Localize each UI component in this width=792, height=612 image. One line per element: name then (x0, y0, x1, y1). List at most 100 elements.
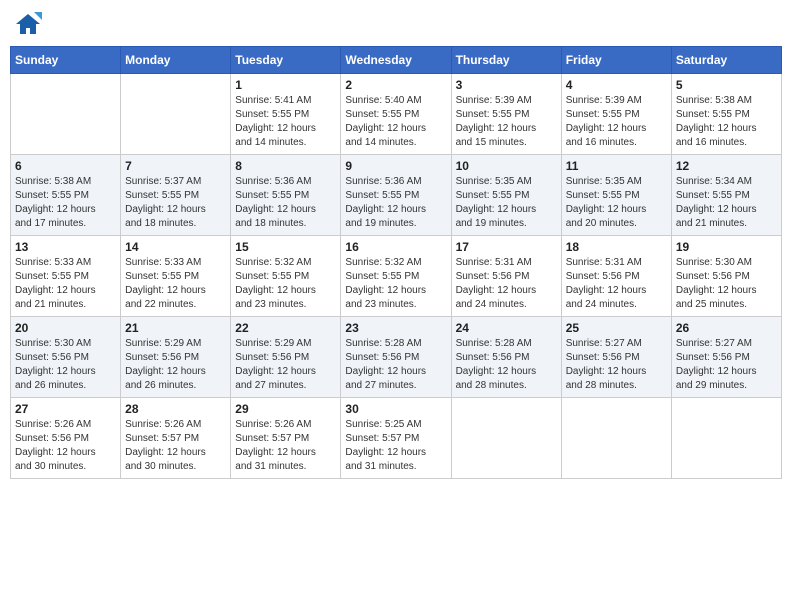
calendar-cell (451, 398, 561, 479)
calendar-cell (11, 74, 121, 155)
day-number: 9 (345, 159, 446, 173)
day-info: Sunrise: 5:39 AM Sunset: 5:55 PM Dayligh… (456, 94, 557, 150)
logo (14, 10, 46, 38)
calendar-cell: 21 Sunrise: 5:29 AM Sunset: 5:56 PM Dayli… (121, 317, 231, 398)
day-number: 15 (235, 240, 336, 254)
weekday-header: Saturday (671, 47, 781, 74)
calendar-week-row: 1 Sunrise: 5:41 AM Sunset: 5:55 PM Daylig… (11, 74, 782, 155)
weekday-header: Friday (561, 47, 671, 74)
calendar-cell: 14 Sunrise: 5:33 AM Sunset: 5:55 PM Dayli… (121, 236, 231, 317)
calendar-cell: 11 Sunrise: 5:35 AM Sunset: 5:55 PM Dayli… (561, 155, 671, 236)
calendar-cell: 26 Sunrise: 5:27 AM Sunset: 5:56 PM Dayli… (671, 317, 781, 398)
day-info: Sunrise: 5:26 AM Sunset: 5:56 PM Dayligh… (15, 418, 116, 474)
day-number: 8 (235, 159, 336, 173)
day-number: 29 (235, 402, 336, 416)
weekday-header: Sunday (11, 47, 121, 74)
day-number: 23 (345, 321, 446, 335)
day-number: 16 (345, 240, 446, 254)
calendar-header-row: SundayMondayTuesdayWednesdayThursdayFrid… (11, 47, 782, 74)
day-info: Sunrise: 5:31 AM Sunset: 5:56 PM Dayligh… (566, 256, 667, 312)
day-number: 25 (566, 321, 667, 335)
calendar-week-row: 13 Sunrise: 5:33 AM Sunset: 5:55 PM Dayli… (11, 236, 782, 317)
day-number: 5 (676, 78, 777, 92)
calendar-cell: 18 Sunrise: 5:31 AM Sunset: 5:56 PM Dayli… (561, 236, 671, 317)
day-info: Sunrise: 5:30 AM Sunset: 5:56 PM Dayligh… (676, 256, 777, 312)
calendar-week-row: 6 Sunrise: 5:38 AM Sunset: 5:55 PM Daylig… (11, 155, 782, 236)
day-info: Sunrise: 5:36 AM Sunset: 5:55 PM Dayligh… (235, 175, 336, 231)
day-info: Sunrise: 5:41 AM Sunset: 5:55 PM Dayligh… (235, 94, 336, 150)
page-header (10, 10, 782, 38)
weekday-header: Thursday (451, 47, 561, 74)
day-info: Sunrise: 5:25 AM Sunset: 5:57 PM Dayligh… (345, 418, 446, 474)
day-info: Sunrise: 5:32 AM Sunset: 5:55 PM Dayligh… (235, 256, 336, 312)
day-info: Sunrise: 5:28 AM Sunset: 5:56 PM Dayligh… (345, 337, 446, 393)
calendar-cell: 2Sunrise: 5:40 AM Sunset: 5:55 PM Daylig… (341, 74, 451, 155)
day-info: Sunrise: 5:29 AM Sunset: 5:56 PM Dayligh… (125, 337, 226, 393)
day-number: 13 (15, 240, 116, 254)
calendar-cell: 27 Sunrise: 5:26 AM Sunset: 5:56 PM Dayli… (11, 398, 121, 479)
calendar-cell: 12Sunrise: 5:34 AM Sunset: 5:55 PM Dayli… (671, 155, 781, 236)
day-number: 4 (566, 78, 667, 92)
day-number: 24 (456, 321, 557, 335)
day-info: Sunrise: 5:33 AM Sunset: 5:55 PM Dayligh… (15, 256, 116, 312)
day-number: 28 (125, 402, 226, 416)
weekday-header: Monday (121, 47, 231, 74)
calendar-cell: 3 Sunrise: 5:39 AM Sunset: 5:55 PM Daylig… (451, 74, 561, 155)
day-info: Sunrise: 5:29 AM Sunset: 5:56 PM Dayligh… (235, 337, 336, 393)
day-info: Sunrise: 5:31 AM Sunset: 5:56 PM Dayligh… (456, 256, 557, 312)
day-number: 20 (15, 321, 116, 335)
day-number: 11 (566, 159, 667, 173)
day-info: Sunrise: 5:26 AM Sunset: 5:57 PM Dayligh… (125, 418, 226, 474)
calendar-cell: 24Sunrise: 5:28 AM Sunset: 5:56 PM Dayli… (451, 317, 561, 398)
calendar-cell: 16 Sunrise: 5:32 AM Sunset: 5:55 PM Dayli… (341, 236, 451, 317)
calendar-cell (561, 398, 671, 479)
calendar-cell: 5 Sunrise: 5:38 AM Sunset: 5:55 PM Daylig… (671, 74, 781, 155)
day-info: Sunrise: 5:26 AM Sunset: 5:57 PM Dayligh… (235, 418, 336, 474)
calendar-cell: 25Sunrise: 5:27 AM Sunset: 5:56 PM Dayli… (561, 317, 671, 398)
day-info: Sunrise: 5:33 AM Sunset: 5:55 PM Dayligh… (125, 256, 226, 312)
calendar-week-row: 27 Sunrise: 5:26 AM Sunset: 5:56 PM Dayli… (11, 398, 782, 479)
day-number: 2 (345, 78, 446, 92)
calendar-cell: 8 Sunrise: 5:36 AM Sunset: 5:55 PM Daylig… (231, 155, 341, 236)
calendar-cell: 29 Sunrise: 5:26 AM Sunset: 5:57 PM Dayli… (231, 398, 341, 479)
calendar-cell (121, 74, 231, 155)
calendar-cell: 15 Sunrise: 5:32 AM Sunset: 5:55 PM Dayli… (231, 236, 341, 317)
day-info: Sunrise: 5:35 AM Sunset: 5:55 PM Dayligh… (566, 175, 667, 231)
day-info: Sunrise: 5:30 AM Sunset: 5:56 PM Dayligh… (15, 337, 116, 393)
calendar-cell: 1 Sunrise: 5:41 AM Sunset: 5:55 PM Daylig… (231, 74, 341, 155)
day-number: 7 (125, 159, 226, 173)
day-number: 27 (15, 402, 116, 416)
calendar-cell: 4 Sunrise: 5:39 AM Sunset: 5:55 PM Daylig… (561, 74, 671, 155)
day-info: Sunrise: 5:38 AM Sunset: 5:55 PM Dayligh… (15, 175, 116, 231)
day-number: 17 (456, 240, 557, 254)
day-number: 21 (125, 321, 226, 335)
day-info: Sunrise: 5:34 AM Sunset: 5:55 PM Dayligh… (676, 175, 777, 231)
calendar-cell: 13 Sunrise: 5:33 AM Sunset: 5:55 PM Dayli… (11, 236, 121, 317)
day-info: Sunrise: 5:27 AM Sunset: 5:56 PM Dayligh… (676, 337, 777, 393)
day-info: Sunrise: 5:35 AM Sunset: 5:55 PM Dayligh… (456, 175, 557, 231)
weekday-header: Tuesday (231, 47, 341, 74)
calendar-cell: 17 Sunrise: 5:31 AM Sunset: 5:56 PM Dayli… (451, 236, 561, 317)
day-number: 19 (676, 240, 777, 254)
calendar-week-row: 20 Sunrise: 5:30 AM Sunset: 5:56 PM Dayli… (11, 317, 782, 398)
day-number: 18 (566, 240, 667, 254)
calendar-cell: 7 Sunrise: 5:37 AM Sunset: 5:55 PM Daylig… (121, 155, 231, 236)
day-info: Sunrise: 5:32 AM Sunset: 5:55 PM Dayligh… (345, 256, 446, 312)
calendar-cell: 19 Sunrise: 5:30 AM Sunset: 5:56 PM Dayli… (671, 236, 781, 317)
calendar-table: SundayMondayTuesdayWednesdayThursdayFrid… (10, 46, 782, 479)
calendar-cell: 20 Sunrise: 5:30 AM Sunset: 5:56 PM Dayli… (11, 317, 121, 398)
day-number: 30 (345, 402, 446, 416)
calendar-cell: 6 Sunrise: 5:38 AM Sunset: 5:55 PM Daylig… (11, 155, 121, 236)
day-number: 1 (235, 78, 336, 92)
day-info: Sunrise: 5:39 AM Sunset: 5:55 PM Dayligh… (566, 94, 667, 150)
day-number: 14 (125, 240, 226, 254)
weekday-header: Wednesday (341, 47, 451, 74)
day-info: Sunrise: 5:38 AM Sunset: 5:55 PM Dayligh… (676, 94, 777, 150)
day-info: Sunrise: 5:37 AM Sunset: 5:55 PM Dayligh… (125, 175, 226, 231)
day-number: 26 (676, 321, 777, 335)
calendar-cell (671, 398, 781, 479)
day-number: 3 (456, 78, 557, 92)
day-info: Sunrise: 5:36 AM Sunset: 5:55 PM Dayligh… (345, 175, 446, 231)
calendar-cell: 30 Sunrise: 5:25 AM Sunset: 5:57 PM Dayli… (341, 398, 451, 479)
day-number: 6 (15, 159, 116, 173)
